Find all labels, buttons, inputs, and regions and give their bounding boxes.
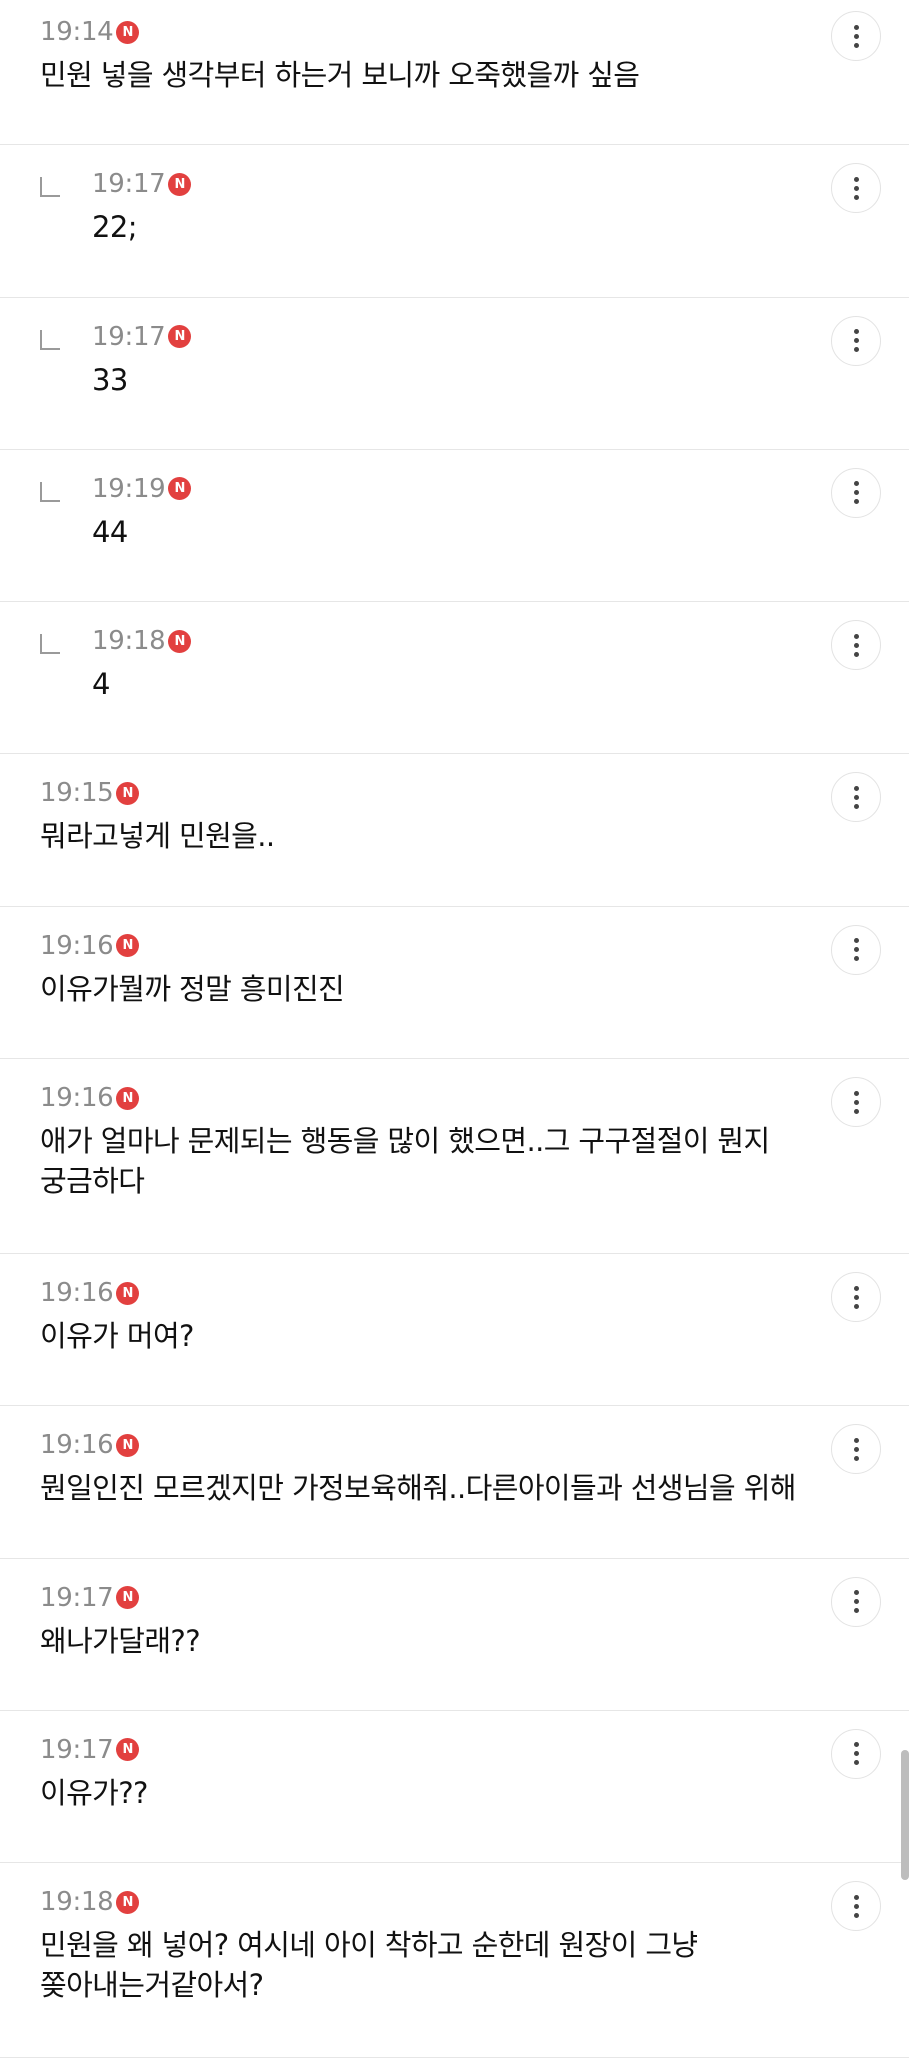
new-badge-icon: N — [168, 325, 192, 349]
comment-text: 22; — [92, 210, 137, 245]
comment-meta: 19:17 N — [40, 1733, 140, 1767]
more-options-button[interactable] — [831, 772, 881, 823]
comment-item: 19:17 N 왜나가달래?? — [0, 1559, 909, 1711]
new-badge-icon: N — [116, 1738, 140, 1762]
comment-meta: 19:14 N — [40, 15, 140, 49]
comment-time: 19:17 — [40, 1734, 114, 1765]
scrollbar[interactable] — [901, 1750, 909, 1880]
reply-item: 19:18 N 4 — [0, 602, 909, 755]
new-badge-icon: N — [168, 172, 192, 196]
more-options-button[interactable] — [831, 163, 881, 214]
comment-text: 민원을 왜 넣어? 여시네 아이 착하고 순한데 원장이 그냥 쫒아내는거같아서… — [40, 1928, 698, 2003]
new-badge-icon: N — [168, 629, 192, 653]
more-options-button[interactable] — [831, 1424, 881, 1475]
new-badge-icon: N — [116, 1281, 140, 1305]
new-badge-icon: N — [116, 1890, 140, 1914]
more-options-button[interactable] — [831, 315, 881, 366]
comment-time: 19:17 — [40, 1582, 114, 1613]
reply-item: 19:17 N 33 — [0, 298, 909, 450]
reply-arrow-icon — [40, 329, 60, 350]
comment-meta: 19:16 N — [40, 1276, 140, 1310]
reply-arrow-icon — [40, 177, 60, 198]
comment-text: 민원 넣을 생각부터 하는거 보니까 오죽했을까 싶음 — [40, 58, 640, 92]
more-options-button[interactable] — [831, 1077, 881, 1128]
comment-text: 뭔일인진 모르겠지만 가정보육해줘..다른아이들과 선생님을 위해 — [40, 1471, 796, 1506]
comment-item: 19:16 N 이유가뭘까 정말 흥미진진 — [0, 907, 909, 1060]
comment-item: 19:16 N 이유가 머여? — [0, 1254, 909, 1407]
more-options-button[interactable] — [831, 1272, 881, 1323]
comment-time: 19:16 — [40, 1083, 114, 1114]
comment-text: 4 — [92, 667, 110, 702]
comment-meta: 19:19 N — [92, 472, 192, 506]
more-options-button[interactable] — [831, 1576, 881, 1627]
comment-meta: 19:17 N — [92, 320, 192, 354]
more-options-button[interactable] — [831, 11, 881, 61]
comment-meta: 19:17 N — [92, 167, 192, 201]
comment-text: 왜나가달래?? — [40, 1623, 201, 1658]
comment-meta: 19:15 N — [40, 776, 140, 810]
comment-item: 19:14 N 민원 넣을 생각부터 하는거 보니까 오죽했을까 싶음 — [0, 0, 909, 146]
reply-item: 19:19 N 44 — [0, 450, 909, 603]
comment-time: 19:17 — [92, 169, 166, 200]
comment-time: 19:19 — [92, 473, 166, 504]
comment-meta: 19:16 N — [40, 929, 140, 963]
reply-arrow-icon — [40, 634, 60, 655]
comment-list: 19:14 N 민원 넣을 생각부터 하는거 보니까 오죽했을까 싶음 19:1… — [0, 0, 909, 2058]
more-options-button[interactable] — [831, 924, 881, 975]
reply-arrow-icon — [40, 481, 60, 502]
comment-text: 33 — [92, 362, 128, 397]
comment-text: 애가 얼마나 문제되는 행동을 많이 했으면..그 구구절절이 뭔지 궁금하다 — [40, 1124, 770, 1199]
comment-item: 19:17 N 이유가?? — [0, 1711, 909, 1864]
comment-text: 이유가 머여? — [40, 1319, 194, 1354]
new-badge-icon: N — [116, 934, 140, 958]
new-badge-icon: N — [116, 781, 140, 805]
comment-text: 뭐라고넣게 민원을.. — [40, 819, 275, 854]
comment-time: 19:16 — [40, 1430, 114, 1461]
new-badge-icon: N — [168, 477, 192, 501]
more-options-button[interactable] — [831, 1881, 881, 1932]
new-badge-icon: N — [116, 20, 140, 44]
comment-meta: 19:17 N — [40, 1581, 140, 1615]
comment-time: 19:16 — [40, 930, 114, 961]
new-badge-icon: N — [116, 1086, 140, 1110]
comment-time: 19:18 — [40, 1887, 114, 1918]
comment-meta: 19:16 N — [40, 1081, 140, 1115]
comment-text: 이유가뭘까 정말 흥미진진 — [40, 971, 345, 1006]
comment-meta: 19:18 N — [40, 1885, 140, 1919]
comment-item: 19:16 N 애가 얼마나 문제되는 행동을 많이 했으면..그 구구절절이 … — [0, 1059, 909, 1255]
comment-text: 44 — [92, 514, 128, 549]
comment-time: 19:17 — [92, 321, 166, 352]
comment-text: 이유가?? — [40, 1775, 148, 1810]
new-badge-icon: N — [116, 1586, 140, 1610]
comment-meta: 19:18 N — [92, 624, 192, 658]
more-options-button[interactable] — [831, 620, 881, 671]
reply-item: 19:17 N 22; — [0, 145, 909, 298]
more-options-button[interactable] — [831, 467, 881, 518]
comment-meta: 19:16 N — [40, 1428, 140, 1462]
more-options-button[interactable] — [831, 1728, 881, 1779]
comment-time: 19:16 — [40, 1278, 114, 1309]
comment-time: 19:14 — [40, 17, 114, 47]
comment-time: 19:18 — [92, 626, 166, 657]
comment-time: 19:15 — [40, 778, 114, 809]
comment-item: 19:15 N 뭐라고넣게 민원을.. — [0, 754, 909, 907]
comment-item: 19:16 N 뭔일인진 모르겠지만 가정보육해줘..다른아이들과 선생님을 위… — [0, 1406, 909, 1559]
comment-item: 19:18 N 민원을 왜 넣어? 여시네 아이 착하고 순한데 원장이 그냥 … — [0, 1863, 909, 2058]
new-badge-icon: N — [116, 1433, 140, 1457]
